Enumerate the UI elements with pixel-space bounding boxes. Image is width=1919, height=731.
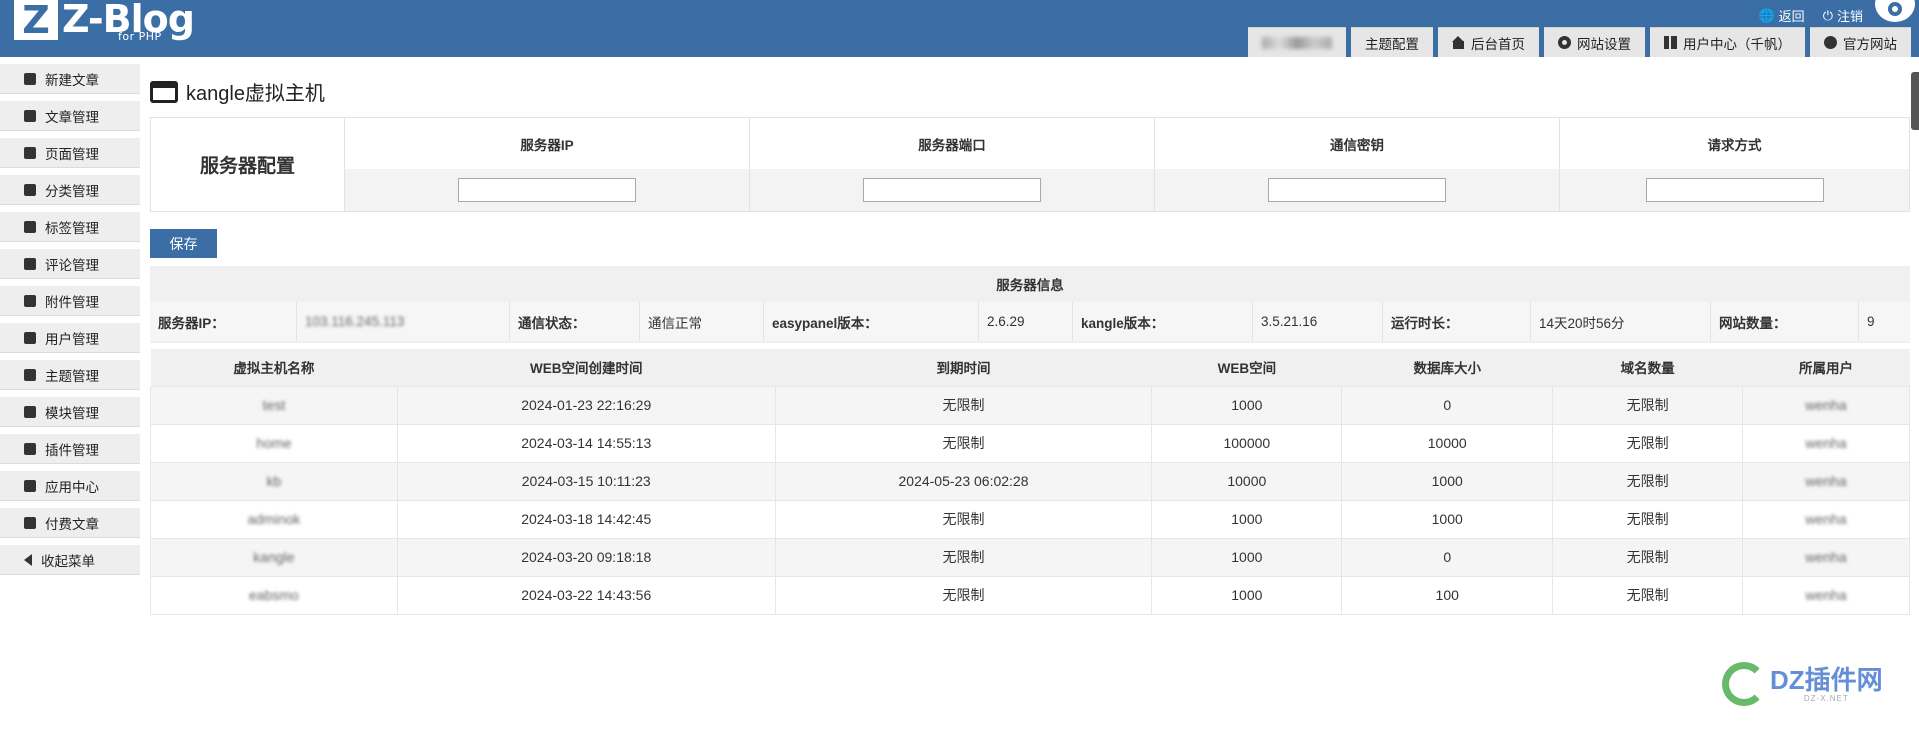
theme-icon xyxy=(24,368,36,381)
page-icon xyxy=(24,146,36,159)
col-domain-count[interactable]: 域名数量 xyxy=(1552,349,1743,386)
attachment-icon xyxy=(24,294,36,307)
tab-theme-config[interactable]: 主题配置 xyxy=(1351,27,1433,57)
watermark: DZ插件网 DZ-X.NET xyxy=(1722,662,1883,706)
watermark-logo-icon xyxy=(1722,662,1766,706)
sidebar-item-themes[interactable]: 主题管理 xyxy=(0,360,140,390)
sidebar-item-pages[interactable]: 页面管理 xyxy=(0,138,140,168)
info-key-kangle: kangle版本： xyxy=(1073,302,1253,341)
box-icon xyxy=(24,479,36,492)
info-key-status: 通信状态： xyxy=(510,302,640,341)
sidebar-item-paid-articles[interactable]: 付费文章 xyxy=(0,508,140,538)
hosts-table: 虚拟主机名称 WEB空间创建时间 到期时间 WEB空间 数据库大小 域名数量 所… xyxy=(150,349,1910,615)
info-key-uptime: 运行时长： xyxy=(1383,302,1531,341)
col-web-space[interactable]: WEB空间 xyxy=(1151,349,1342,386)
secret-key-input[interactable] xyxy=(1268,178,1446,202)
info-val-ip: 103.116.245.113 xyxy=(297,302,510,341)
sidebar-item-app-center[interactable]: 应用中心 xyxy=(0,471,140,501)
info-val-easypanel: 2.6.29 xyxy=(979,302,1073,341)
tab-dashboard[interactable]: 后台首页 xyxy=(1438,27,1539,57)
table-row[interactable]: test 2024-01-23 22:16:29 无限制 1000 0 无限制 … xyxy=(150,385,1910,425)
table-row[interactable]: kb 2024-03-15 10:11:23 2024-05-23 06:02:… xyxy=(150,461,1910,501)
server-info-row: 服务器IP： 103.116.245.113 通信状态： 通信正常 easypa… xyxy=(150,302,1910,341)
info-key-ip: 服务器IP： xyxy=(150,302,297,341)
logo-subtitle: for PHP xyxy=(118,30,162,43)
col-expires[interactable]: 到期时间 xyxy=(775,349,1152,386)
sidebar-item-collapse[interactable]: 收起菜单 xyxy=(0,545,140,575)
tag-icon xyxy=(24,220,36,233)
folder-icon xyxy=(24,183,36,196)
comment-icon xyxy=(24,257,36,270)
sidebar-item-modules[interactable]: 模块管理 xyxy=(0,397,140,427)
table-row[interactable]: eabsmo 2024-03-22 14:43:56 无限制 1000 100 … xyxy=(150,575,1910,615)
info-val-site-count: 9 xyxy=(1867,314,1875,329)
col-host-name[interactable]: 虚拟主机名称 xyxy=(150,349,398,386)
col-db-size[interactable]: 数据库大小 xyxy=(1341,349,1553,386)
sidebar-item-attachments[interactable]: 附件管理 xyxy=(0,286,140,316)
info-val-kangle: 3.5.21.16 xyxy=(1253,302,1383,341)
power-icon: ⏻ xyxy=(1822,7,1833,23)
server-info-panel: 服务器信息 服务器IP： 103.116.245.113 通信状态： 通信正常 … xyxy=(150,266,1910,343)
top-header: Z Z-Blog for PHP 🌐 返回 ⏻ 注销 主题配置 后台首页 网站设… xyxy=(0,0,1919,57)
sidebar-item-users[interactable]: 用户管理 xyxy=(0,323,140,353)
config-col-ip: 服务器IP xyxy=(345,118,750,211)
logo-mark: Z xyxy=(14,0,58,40)
tab-official-site[interactable]: 官方网站 xyxy=(1810,27,1911,57)
table-header-row: 虚拟主机名称 WEB空间创建时间 到期时间 WEB空间 数据库大小 域名数量 所… xyxy=(150,349,1910,386)
tab-user-center[interactable]: 用户中心（千帆） xyxy=(1650,27,1805,57)
puzzle-icon xyxy=(24,442,36,455)
sidebar-item-categories[interactable]: 分类管理 xyxy=(0,175,140,205)
logout-link[interactable]: ⏻ 注销 xyxy=(1823,6,1863,25)
sidebar-item-tags[interactable]: 标签管理 xyxy=(0,212,140,242)
server-ip-input[interactable] xyxy=(458,178,636,202)
col-owner[interactable]: 所属用户 xyxy=(1742,349,1910,386)
tab-site-settings[interactable]: 网站设置 xyxy=(1544,27,1645,57)
sidebar-item-articles[interactable]: 文章管理 xyxy=(0,101,140,131)
side-scroll-handle[interactable] xyxy=(1911,72,1919,130)
table-row[interactable]: home 2024-03-14 14:55:13 无限制 100000 1000… xyxy=(150,423,1910,463)
top-links: 🌐 返回 ⏻ 注销 xyxy=(1758,6,1863,25)
config-col-method: 请求方式 xyxy=(1560,118,1909,211)
article-icon xyxy=(24,109,36,122)
globe-icon: 🌐 xyxy=(1758,7,1775,23)
zblog-circle-icon xyxy=(1824,36,1837,49)
dashboard-icon xyxy=(24,516,36,529)
info-val-uptime: 14天20时56分 xyxy=(1531,302,1711,341)
page-title: kangle虚拟主机 xyxy=(150,77,325,106)
grid-icon xyxy=(24,405,36,418)
caret-left-icon xyxy=(24,553,32,566)
info-val-status: 通信正常 xyxy=(640,302,764,341)
nav-tabs: 主题配置 后台首页 网站设置 用户中心（千帆） 官方网站 xyxy=(1248,27,1911,57)
table-row[interactable]: kangle 2024-03-20 09:18:18 无限制 1000 0 无限… xyxy=(150,537,1910,577)
config-label: 服务器配置 xyxy=(151,118,345,211)
save-button[interactable]: 保存 xyxy=(150,229,217,258)
request-method-input[interactable] xyxy=(1645,178,1824,202)
sidebar-item-comments[interactable]: 评论管理 xyxy=(0,249,140,279)
config-col-port: 服务器端口 xyxy=(750,118,1155,211)
table-row[interactable]: adminok 2024-03-18 14:42:45 无限制 1000 100… xyxy=(150,499,1910,539)
server-info-title: 服务器信息 xyxy=(996,278,1064,293)
gear-icon xyxy=(1558,36,1571,49)
home-icon xyxy=(1452,36,1465,49)
col-created[interactable]: WEB空间创建时间 xyxy=(397,349,776,386)
info-key-easypanel: easypanel版本： xyxy=(764,302,979,341)
window-icon xyxy=(150,80,178,103)
edit-icon xyxy=(24,72,36,85)
info-key-site-count: 网站数量： xyxy=(1711,302,1859,341)
blurred-label xyxy=(1262,36,1332,49)
sidebar: 新建文章 文章管理 页面管理 分类管理 标签管理 评论管理 附件管理 用户管理 … xyxy=(0,64,140,582)
server-config-form: 服务器配置 服务器IP 服务器端口 通信密钥 请求方式 xyxy=(150,117,1910,212)
dashboard-icon xyxy=(1664,36,1677,49)
config-col-key: 通信密钥 xyxy=(1155,118,1560,211)
tab-blurred[interactable] xyxy=(1248,27,1346,57)
users-icon xyxy=(24,331,36,344)
sidebar-item-plugins[interactable]: 插件管理 xyxy=(0,434,140,464)
sidebar-item-new-article[interactable]: 新建文章 xyxy=(0,64,140,94)
logo[interactable]: Z Z-Blog xyxy=(14,0,195,46)
avatar[interactable] xyxy=(1875,0,1915,22)
server-port-input[interactable] xyxy=(863,178,1041,202)
back-link[interactable]: 🌐 返回 xyxy=(1758,6,1804,25)
